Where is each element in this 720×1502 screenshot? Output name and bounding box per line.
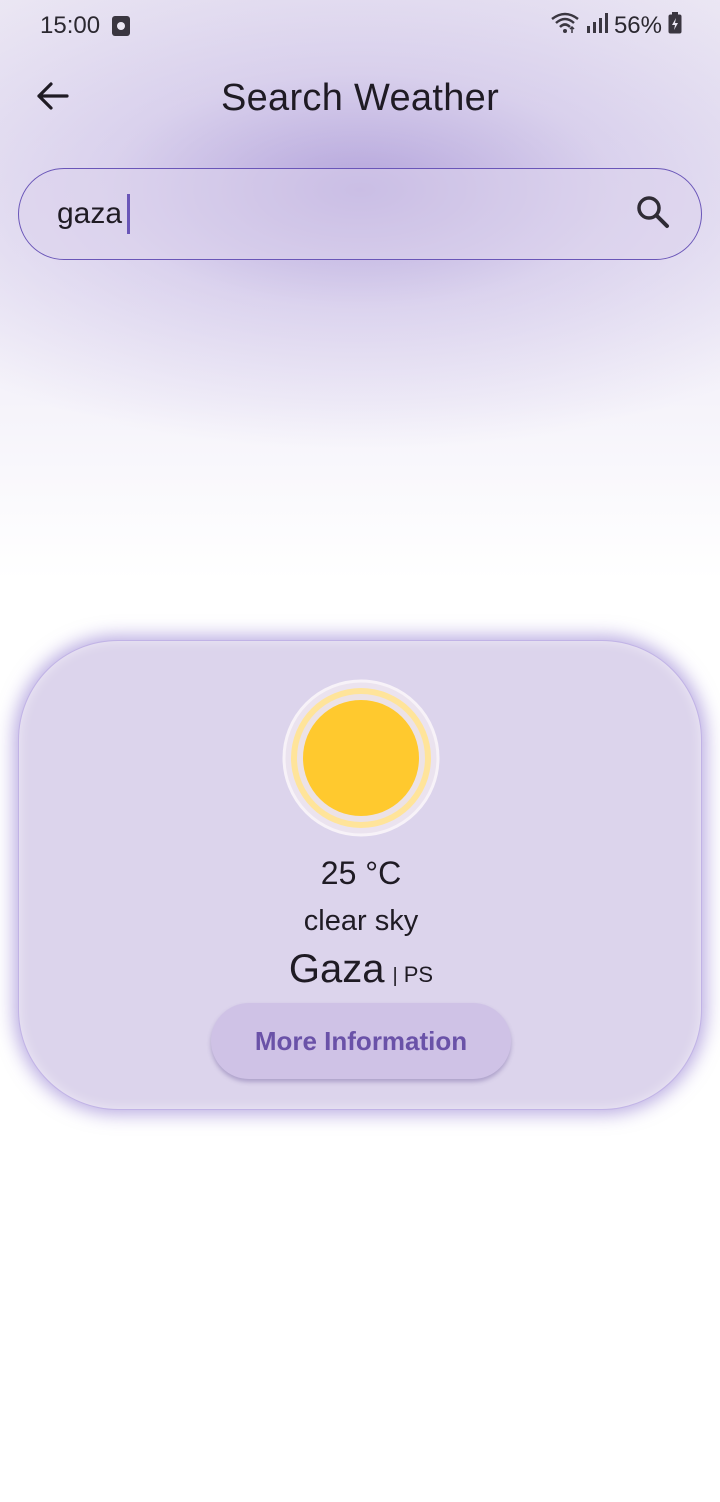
country-code: PS — [403, 962, 434, 987]
weather-card: 25 °C clear sky Gaza | PS More Informati… — [18, 640, 702, 1110]
battery-icon — [668, 11, 682, 41]
city-name: Gaza — [288, 947, 385, 991]
text-cursor — [127, 194, 130, 234]
page-title: Search Weather — [220, 76, 500, 119]
location: Gaza | PS — [19, 947, 703, 992]
temperature: 25 °C — [320, 855, 402, 891]
more-information-button[interactable]: More Information — [211, 1003, 511, 1079]
back-button[interactable] — [26, 74, 78, 122]
status-time: 15:00 — [40, 12, 101, 39]
sun-icon — [282, 679, 440, 837]
app-bar: Search Weather — [0, 60, 720, 136]
signal-icon — [586, 12, 608, 41]
arrow-back-icon — [35, 81, 69, 116]
search-field[interactable] — [18, 168, 702, 260]
status-right: 56% — [550, 11, 682, 42]
location-separator: | — [392, 965, 398, 987]
notification-icon — [112, 16, 131, 36]
search-button[interactable] — [629, 190, 677, 238]
search-input[interactable] — [57, 197, 129, 231]
status-bar: 15:00 56% — [0, 0, 720, 52]
wifi-icon — [550, 11, 580, 42]
status-left: 15:00 — [40, 12, 131, 40]
weather-condition: clear sky — [303, 905, 419, 937]
search-icon — [635, 194, 671, 235]
battery-percent: 56% — [613, 12, 662, 39]
